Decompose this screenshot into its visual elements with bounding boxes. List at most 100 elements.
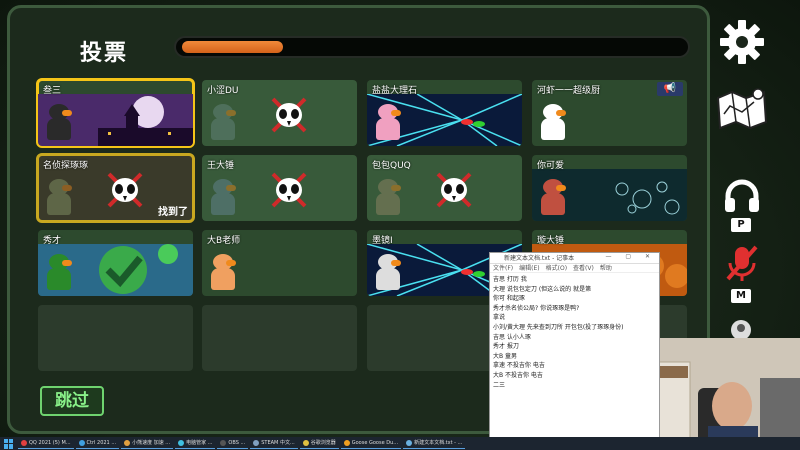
- taskbar-item[interactable]: 谷歌浏览器: [299, 438, 339, 449]
- player-name: 璇大锤: [537, 236, 565, 246]
- taskbar-item-label: 谷歌浏览器: [310, 439, 336, 446]
- player-name: 叁三: [43, 86, 62, 96]
- taskbar-item[interactable]: 电脑管家 ...: [175, 438, 216, 449]
- player-card[interactable]: 名侦探琢琢找到了: [36, 153, 195, 223]
- notepad-menu: 文件(F) 编辑(E) 格式(O) 查看(V) 帮助: [490, 264, 659, 273]
- goose-avatar: [538, 175, 568, 217]
- body-found-label: 找到了: [158, 207, 188, 218]
- notepad-menu-item[interactable]: 格式(O): [546, 265, 567, 272]
- goose-avatar: [44, 175, 74, 217]
- taskbar-item[interactable]: STEAM 中文...: [250, 438, 298, 449]
- mute-key-badge: M: [731, 289, 751, 303]
- player-card[interactable]: 小涩DU: [202, 80, 357, 146]
- page-title: 投票: [80, 41, 129, 66]
- app-icon: [78, 440, 85, 446]
- taskbar-item-label: 电脑管家 ...: [186, 439, 213, 446]
- goose-avatar: [373, 250, 403, 292]
- player-card[interactable]: 盐盐大理石: [367, 80, 522, 146]
- notepad-text[interactable]: 吉思 打历 我大理 说包包定刀 (但这么说的 就是第 你可 和起琢 秀才杀名侦公局?…: [490, 273, 659, 392]
- dead-skull-icon: [270, 96, 308, 134]
- notepad-window[interactable]: 新建文本文档.txt - 记事本 — ▢ ✕ 文件(F) 编辑(E) 格式(O) 查看…: [489, 252, 660, 438]
- player-name: 盐盐大理石: [372, 86, 418, 96]
- notepad-line: 小刘/黄大理 先来查到刀所 开包包(投了琢琢身份): [493, 323, 624, 331]
- empty-player-slot: [38, 305, 193, 371]
- goose-avatar: [208, 175, 238, 217]
- player-card[interactable]: 包包QUQ: [367, 155, 522, 221]
- notepad-menu-item[interactable]: 帮助: [600, 265, 612, 272]
- player-card[interactable]: 叁三: [36, 78, 195, 148]
- app-icon: [302, 440, 309, 446]
- taskbar-item-label: Goose Goose Du...: [351, 439, 399, 446]
- goose-avatar: [373, 100, 403, 142]
- map-icon[interactable]: [714, 86, 770, 132]
- window-controls[interactable]: — ▢ ✕: [605, 253, 656, 260]
- player-name: 大B老师: [207, 236, 241, 246]
- app-icon: [220, 440, 227, 446]
- notepad-line: 吉思 认小人琢: [493, 333, 531, 341]
- taskbar-items: QQ 2021 (5) M... Ctrl 2021 ... 小熊速度 加速 ...…: [18, 438, 467, 449]
- player-card[interactable]: 河虾一一超级厨 📢: [532, 80, 687, 146]
- player-card[interactable]: 大B老师: [202, 230, 357, 296]
- app-icon: [178, 440, 185, 446]
- goose-avatar: [373, 175, 403, 217]
- player-card[interactable]: 你可爱: [532, 155, 687, 221]
- taskbar-item[interactable]: 新建文本文档.txt - ...: [403, 438, 466, 449]
- notepad-line: 你可 和起琢: [493, 295, 525, 303]
- taskbar-item[interactable]: Goose Goose Du...: [340, 438, 402, 449]
- player-name: 河虾一一超级厨: [537, 86, 601, 96]
- app-icon: [124, 440, 131, 446]
- gear-icon[interactable]: [718, 18, 766, 66]
- taskbar-item-label: 新建文本文档.txt - ...: [414, 439, 463, 446]
- player-card[interactable]: 秀才: [38, 230, 193, 296]
- taskbar-item-label: STEAM 中文...: [261, 439, 295, 446]
- player-name: 包包QUQ: [372, 161, 411, 171]
- notepad-line: 吉思 打历 我: [493, 276, 527, 283]
- taskbar-item[interactable]: 小熊速度 加速 ...: [121, 438, 174, 449]
- mic-muted-icon[interactable]: [722, 243, 762, 283]
- taskbar-item-label: Ctrl 2021 ...: [86, 439, 117, 446]
- notepad-menu-item[interactable]: 文件(F): [493, 265, 513, 272]
- notepad-line: 大B 童男: [493, 352, 518, 360]
- goose-avatar: [44, 100, 74, 142]
- app-icon: [21, 440, 27, 446]
- skip-vote-button[interactable]: 跳过: [40, 386, 104, 416]
- vote-timer-bar: [174, 36, 690, 58]
- empty-player-slot: [202, 305, 357, 371]
- taskbar-item-label: QQ 2021 (5) M...: [29, 439, 71, 446]
- player-name: 小涩DU: [207, 86, 239, 96]
- notepad-menu-item[interactable]: 编辑(E): [519, 265, 539, 272]
- headphones-icon[interactable]: [722, 178, 762, 214]
- start-icon[interactable]: [4, 438, 14, 449]
- player-name: 你可爱: [537, 161, 565, 171]
- goose-avatar: [208, 250, 238, 292]
- notepad-line: 秀才杀名侦公局? 你说琢琢是鸭?: [493, 304, 580, 312]
- taskbar-item[interactable]: QQ 2021 (5) M...: [18, 438, 74, 449]
- notepad-menu-item[interactable]: 查看(V): [573, 265, 594, 272]
- notepad-line: 大B 不投吉你 电吉: [493, 371, 543, 379]
- dead-skull-icon: [270, 171, 308, 209]
- voice-key-badge: P: [731, 218, 751, 232]
- player-name: 王大锤: [207, 161, 235, 171]
- dead-skull-icon: [435, 171, 473, 209]
- vote-timer-fill: [182, 41, 283, 53]
- notepad-line: 秀才 报刀: [493, 343, 519, 351]
- taskbar-item[interactable]: Ctrl 2021 ...: [75, 438, 120, 449]
- notepad-line: 二三: [493, 381, 506, 389]
- megaphone-icon: 📢: [657, 82, 683, 96]
- player-name: 墨镜I: [372, 236, 393, 246]
- game-stage: 投票 叁三 小涩DU 盐盐大理石 河虾一一超级厨 📢 名侦探琢琢找到了 王大锤 包包QUQ 你可…: [0, 0, 800, 450]
- webcam-overlay: [650, 338, 800, 450]
- taskbar-item-label: OBS ...: [228, 439, 246, 446]
- goose-avatar: [208, 100, 238, 142]
- player-card[interactable]: 王大锤: [202, 155, 357, 221]
- taskbar-item[interactable]: OBS ...: [217, 438, 249, 449]
- notepad-line: 拿说: [493, 314, 506, 322]
- player-name: 名侦探琢琢: [43, 161, 89, 171]
- player-name: 秀才: [43, 236, 62, 246]
- dead-skull-icon: [106, 171, 144, 209]
- notepad-line: 大理 说包包定刀 (但这么说的 就是第: [493, 285, 592, 293]
- goose-avatar: [44, 250, 74, 292]
- app-icon: [406, 440, 413, 446]
- taskbar: QQ 2021 (5) M... Ctrl 2021 ... 小熊速度 加速 ...…: [0, 437, 800, 450]
- goose-avatar: [538, 100, 568, 142]
